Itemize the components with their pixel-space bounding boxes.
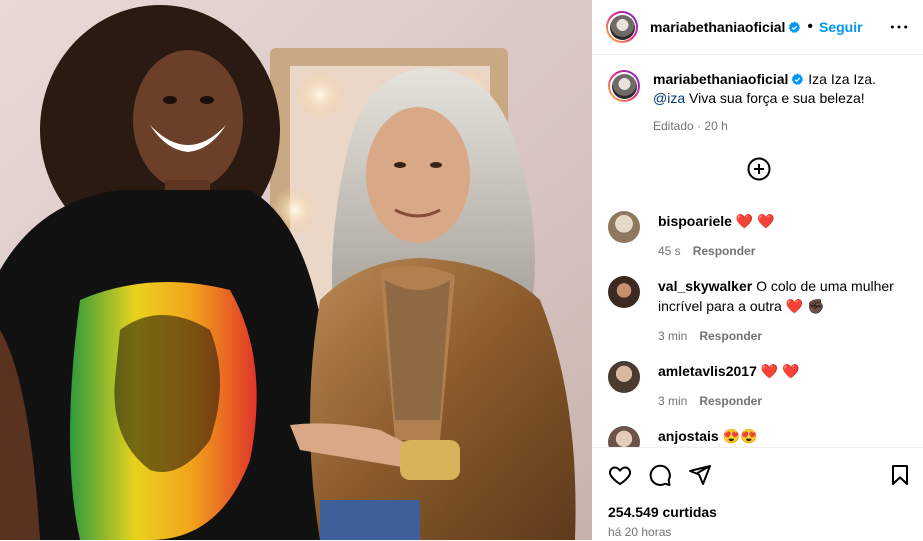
verified-badge-icon [792,73,804,85]
comment-emoji: ❤️ ✊🏿 [785,298,825,314]
share-icon[interactable] [688,463,712,487]
comment-emoji: ❤️ ❤️ [735,213,775,229]
post-image[interactable] [0,0,592,540]
post-timestamp[interactable]: há 20 horas [608,525,671,539]
comment-item: bispoariele ❤️ ❤️ 45 s Responder [608,211,913,261]
comment-meta: 3 min Responder [658,326,908,346]
caption-meta: Editado · 20 h [653,117,876,136]
caption-text: Iza Iza Iza. [808,71,876,87]
comment-avatar[interactable] [608,276,640,308]
follow-button[interactable]: Seguir [819,19,863,35]
comment-time[interactable]: 3 min [658,329,687,343]
reply-button[interactable]: Responder [699,394,762,408]
reply-button[interactable]: Responder [699,329,762,343]
comment-time[interactable]: 3 min [658,394,687,408]
likes-count[interactable]: 254.549 curtidas [608,504,717,520]
post-header: mariabethaniaoficial • Seguir [592,0,923,55]
heart-icon[interactable] [608,463,632,487]
author-username[interactable]: mariabethaniaoficial [650,19,785,35]
post-caption: mariabethaniaoficial Iza Iza Iza. @iza V… [608,70,908,136]
caption-text-rest: Viva sua força e sua beleza! [689,90,865,106]
comment-username[interactable]: amletavlis2017 [658,363,757,379]
post-image-illustration [0,0,592,540]
comment-avatar[interactable] [608,211,640,243]
comment-username[interactable]: bispoariele [658,213,732,229]
comment-time[interactable]: 45 s [658,244,681,258]
more-icon[interactable] [889,17,909,37]
plus-circle-icon[interactable] [747,157,771,181]
comment-emoji: 😍😍 [722,428,758,444]
reply-button[interactable]: Responder [693,244,756,258]
comment-icon[interactable] [648,463,672,487]
comment-meta: 3 min Responder [658,391,800,411]
comment-item: amletavlis2017 ❤️ ❤️ 3 min Responder [608,361,913,411]
verified-badge-icon [789,21,801,33]
edited-time[interactable]: 20 h [704,119,727,133]
comment-meta: 45 s Responder [658,241,775,261]
edited-separator: · [697,119,702,133]
comment-emoji: ❤️ ❤️ [760,363,800,379]
bookmark-icon[interactable] [888,463,912,487]
comment-item: val_skywalker O colo de uma mulher incrí… [608,276,913,346]
post-details-panel: mariabethaniaoficial • Seguir mariabetha… [592,0,923,541]
caption-mention-link[interactable]: @iza [653,90,685,106]
comment-avatar[interactable] [608,361,640,393]
comment-username[interactable]: val_skywalker [658,278,752,294]
caption-username[interactable]: mariabethaniaoficial [653,71,788,87]
comment-username[interactable]: anjostais [658,428,719,444]
header-separator: • [807,18,813,35]
post-actions-bar: 254.549 curtidas há 20 horas [592,447,923,541]
edited-label: Editado [653,119,694,133]
author-avatar[interactable] [606,11,638,43]
caption-author-avatar[interactable] [608,70,640,102]
